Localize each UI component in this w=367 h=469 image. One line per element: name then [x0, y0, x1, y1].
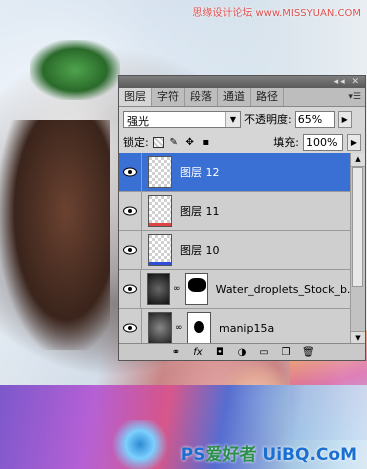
layer-row[interactable]: 图层 10 [119, 231, 351, 270]
layers-list: 图层 12 图层 11 图层 10 ∞ Water_droplets_Stock… [119, 153, 351, 346]
tab-character[interactable]: 字符 [152, 88, 185, 106]
lock-fill-row: 锁定: ✎ ✥ ▪ 填充: 100% ▶ [119, 131, 365, 154]
layer-name: manip15a [219, 321, 275, 335]
new-layer-icon[interactable]: ❐ [280, 347, 292, 358]
blend-mode-select[interactable]: 强光 ▼ [123, 110, 241, 128]
fill-field[interactable]: 100% [303, 133, 343, 151]
layer-row[interactable]: 图层 12 [119, 153, 351, 192]
layer-name: 图层 10 [180, 244, 220, 257]
tab-channels[interactable]: 通道 [218, 88, 251, 106]
hair-area [0, 120, 110, 350]
watermark-bottom: PS爱好者 UiBQ.CoM [181, 440, 357, 465]
layer-mask-thumbnail[interactable] [184, 273, 208, 305]
fill-slider-arrow-icon[interactable]: ▶ [347, 133, 361, 151]
link-icon: ∞ [175, 323, 183, 333]
opacity-field[interactable]: 65% [294, 110, 335, 128]
group-folder-icon[interactable]: ▭ [258, 347, 270, 358]
layer-thumbnail [148, 234, 172, 266]
link-icon: ∞ [173, 284, 181, 294]
eye-icon[interactable] [119, 309, 142, 346]
layer-name: Water_droplets_Stock_b... [215, 282, 351, 296]
layer-thumbnail [147, 273, 170, 305]
layer-row[interactable]: ∞ manip15a [119, 309, 351, 346]
layer-row[interactable]: ∞ Water_droplets_Stock_b... [119, 270, 351, 309]
lock-transparent-icon[interactable] [152, 136, 164, 148]
tab-layers[interactable]: 图层 [119, 88, 152, 106]
layer-row[interactable]: 图层 11 [119, 192, 351, 231]
link-icon[interactable]: ⚭ [170, 347, 182, 358]
layer-mask-thumbnail[interactable] [187, 312, 211, 344]
trash-icon[interactable]: 🗑 [302, 347, 315, 358]
fx-icon[interactable]: fx [192, 347, 204, 358]
scroll-thumb[interactable] [352, 167, 363, 287]
eye-icon[interactable] [119, 231, 142, 269]
layer-name: 图层 11 [180, 205, 220, 218]
panel-menu-icon[interactable]: ▾☰ [348, 88, 361, 106]
eye-icon[interactable] [119, 270, 141, 308]
tab-paragraph[interactable]: 段落 [185, 88, 218, 106]
tab-paths[interactable]: 路径 [251, 88, 284, 106]
layers-panel: ◂◂ ✕ 图层 字符 段落 通道 路径 ▾☰ 强光 ▼ 不透明度: 65% ▶ … [118, 75, 366, 361]
watermark-top: 思缘设计论坛 www.MISSYUAN.COM [192, 8, 361, 19]
lock-move-icon[interactable]: ✥ [184, 136, 196, 148]
flowers-decoration [100, 420, 180, 469]
eye-icon[interactable] [119, 192, 142, 230]
panel-window-controls[interactable]: ◂◂ ✕ [334, 76, 361, 88]
layer-thumbnail [148, 312, 172, 344]
panel-tabs: 图层 字符 段落 通道 路径 ▾☰ [119, 88, 365, 107]
opacity-slider-arrow-icon[interactable]: ▶ [337, 110, 352, 128]
opacity-label: 不透明度: [244, 113, 292, 126]
blend-mode-value: 强光 [127, 114, 149, 128]
leaves-decoration [30, 40, 120, 100]
panel-titlebar[interactable]: ◂◂ ✕ [119, 76, 365, 88]
adjustment-icon[interactable]: ◑ [236, 347, 248, 358]
lock-brush-icon[interactable]: ✎ [168, 136, 180, 148]
watermark-url: UiBQ.CoM [262, 445, 357, 465]
layers-scrollbar[interactable]: ▲ ▼ [350, 153, 365, 346]
watermark-text: 爱好者 [205, 445, 257, 465]
fill-label: 填充: [273, 136, 299, 149]
add-mask-icon[interactable]: ◘ [214, 347, 226, 358]
layer-name: 图层 12 [180, 166, 220, 179]
watermark-ps: PS [180, 445, 206, 465]
eye-icon[interactable] [119, 153, 142, 191]
chevron-down-icon[interactable]: ▼ [225, 111, 240, 127]
lock-label: 锁定: [123, 136, 149, 149]
lock-all-icon[interactable]: ▪ [200, 136, 212, 148]
layer-thumbnail [148, 195, 172, 227]
layer-thumbnail [148, 156, 172, 188]
blend-opacity-row: 强光 ▼ 不透明度: 65% ▶ [119, 107, 365, 131]
panel-bottom-bar: ⚭ fx ◘ ◑ ▭ ❐ 🗑 [119, 343, 365, 360]
scroll-up-icon[interactable]: ▲ [351, 153, 365, 167]
